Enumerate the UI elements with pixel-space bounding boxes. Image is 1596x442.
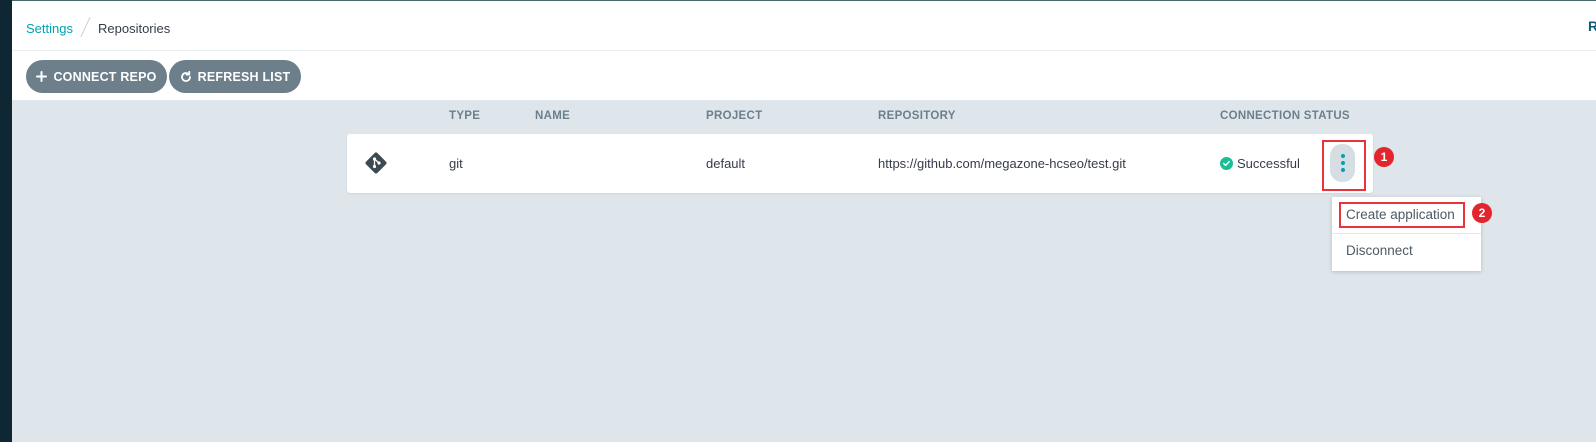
table-row[interactable]: git default https://github.com/megazone-… <box>347 134 1373 193</box>
repo-url-link[interactable]: https://github.com/megazone-hcseo/test.g… <box>878 156 1126 171</box>
refresh-list-label: REFRESH LIST <box>197 69 291 84</box>
page-header: Settings Repositories R <box>12 1 1596 51</box>
repo-type: git <box>449 156 463 171</box>
connect-repo-label: CONNECT REPO <box>53 69 157 84</box>
column-header-type: TYPE <box>449 110 481 122</box>
step-marker-2: 2 <box>1472 203 1492 223</box>
column-header-project: PROJECT <box>706 110 763 122</box>
column-header-repository: REPOSITORY <box>878 110 956 122</box>
toolbar: CONNECT REPO REFRESH LIST <box>12 51 1596 101</box>
table-header: TYPE NAME PROJECT REPOSITORY CONNECTION … <box>0 110 1596 124</box>
refresh-icon <box>180 70 192 83</box>
column-header-connection-status: CONNECTION STATUS <box>1220 110 1350 122</box>
connection-status-text: Successful <box>1237 156 1300 171</box>
connection-status: Successful <box>1220 156 1300 171</box>
sidebar-edge <box>0 0 12 442</box>
column-header-name: NAME <box>535 110 571 122</box>
breadcrumb: Settings Repositories <box>26 17 171 38</box>
plus-icon <box>36 71 48 82</box>
repo-project: default <box>706 156 746 171</box>
page-title: Repositories <box>97 20 171 36</box>
highlight-box-actions <box>1322 140 1366 191</box>
step-marker-1: 1 <box>1374 147 1394 167</box>
connect-repo-button[interactable]: CONNECT REPO <box>26 60 167 93</box>
highlight-box-create-application <box>1339 202 1465 228</box>
refresh-list-button[interactable]: REFRESH LIST <box>169 60 301 93</box>
git-icon <box>363 150 389 176</box>
disconnect-menu-item[interactable]: Disconnect <box>1346 243 1413 258</box>
header-right-text: R <box>1588 18 1596 34</box>
menu-divider <box>1332 233 1481 234</box>
breadcrumb-separator <box>80 17 91 37</box>
breadcrumb-settings-link[interactable]: Settings <box>26 21 73 36</box>
check-circle-icon <box>1220 157 1233 170</box>
